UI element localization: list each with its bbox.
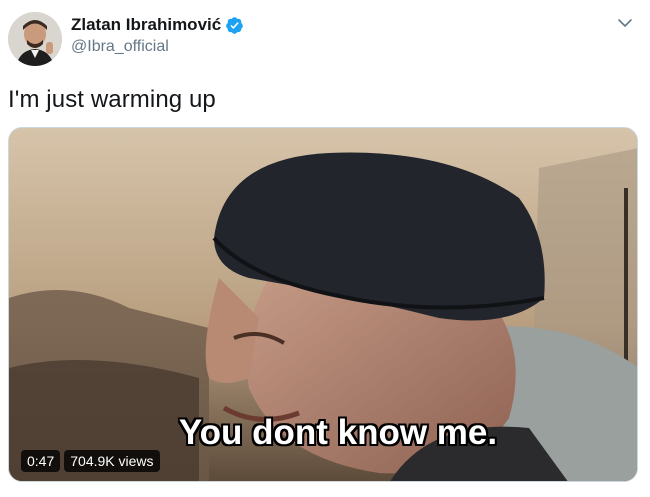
tweet-text: I'm just warming up: [8, 86, 216, 113]
avatar[interactable]: [8, 12, 62, 66]
chevron-down-icon[interactable]: [616, 14, 634, 32]
tweet-card: Zlatan Ibrahimović @Ibra_official I'm ju…: [0, 0, 650, 497]
tweet-header: Zlatan Ibrahimović @Ibra_official: [8, 10, 640, 68]
video-subtitle: You dont know me.: [178, 413, 498, 452]
video-view-count: 704.9K views: [64, 450, 160, 472]
author-handle[interactable]: @Ibra_official: [71, 38, 244, 56]
video-player[interactable]: You dont know me. 0:47 704.9K views: [8, 127, 638, 482]
verified-badge-icon: [226, 16, 244, 34]
video-badges: 0:47 704.9K views: [21, 450, 160, 472]
video-duration: 0:47: [21, 450, 61, 472]
avatar-image: [8, 12, 62, 66]
author-names: Zlatan Ibrahimović @Ibra_official: [71, 14, 244, 56]
author-display-name[interactable]: Zlatan Ibrahimović: [71, 15, 221, 35]
name-row: Zlatan Ibrahimović: [71, 14, 244, 36]
